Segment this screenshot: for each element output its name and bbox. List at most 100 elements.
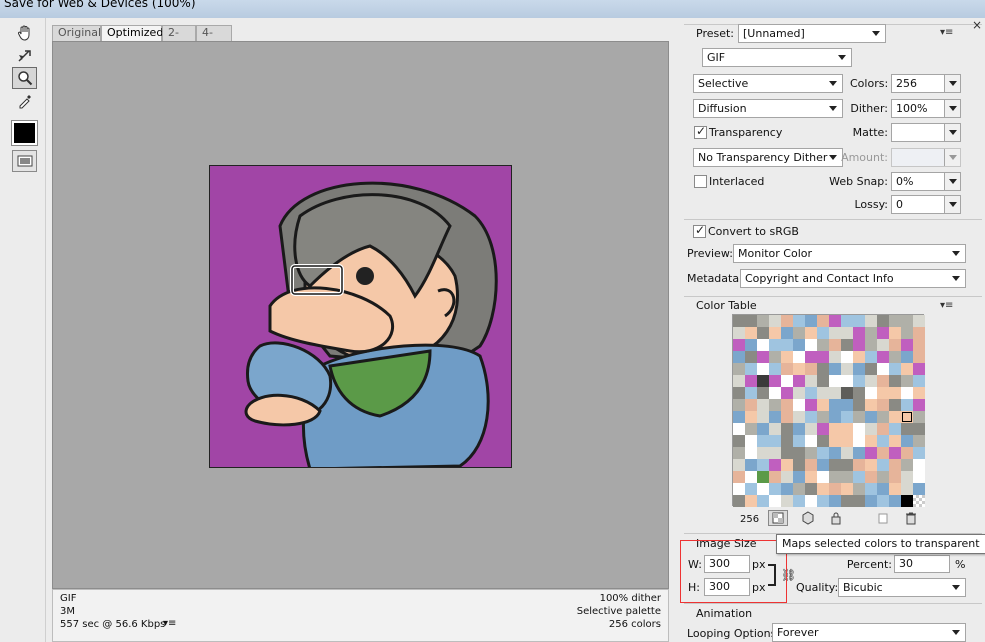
color-table-swatch[interactable] bbox=[901, 435, 913, 447]
color-table-swatch[interactable] bbox=[889, 375, 901, 387]
color-table-swatch[interactable] bbox=[841, 495, 853, 507]
color-table-swatch[interactable] bbox=[817, 411, 829, 423]
color-table-swatch[interactable] bbox=[733, 459, 745, 471]
color-table-swatch[interactable] bbox=[817, 327, 829, 339]
dither-combo[interactable]: 100% bbox=[891, 99, 961, 118]
color-table-swatch[interactable] bbox=[781, 351, 793, 363]
slice-select-tool-icon[interactable] bbox=[12, 45, 37, 67]
eyedropper-color-swatch[interactable] bbox=[11, 120, 38, 146]
color-table-swatch[interactable] bbox=[805, 483, 817, 495]
color-table-swatch[interactable] bbox=[853, 327, 865, 339]
color-table-swatch[interactable] bbox=[769, 375, 781, 387]
tab-original[interactable]: Original bbox=[52, 25, 101, 41]
color-table-grid[interactable] bbox=[732, 314, 925, 507]
color-table-swatch[interactable] bbox=[853, 339, 865, 351]
color-table-swatch[interactable] bbox=[865, 411, 877, 423]
color-table-swatch[interactable] bbox=[889, 315, 901, 327]
color-table-swatch[interactable] bbox=[757, 459, 769, 471]
color-table-swatch[interactable] bbox=[829, 459, 841, 471]
color-table-swatch[interactable] bbox=[877, 411, 889, 423]
color-table-swatch[interactable] bbox=[793, 351, 805, 363]
color-table-swatch[interactable] bbox=[865, 483, 877, 495]
color-table-swatch[interactable] bbox=[841, 435, 853, 447]
color-table-swatch[interactable] bbox=[829, 411, 841, 423]
color-table-swatch[interactable] bbox=[757, 471, 769, 483]
color-table-swatch[interactable] bbox=[829, 435, 841, 447]
convert-srgb-checkbox[interactable] bbox=[693, 223, 706, 238]
optimized-image-preview[interactable] bbox=[209, 165, 512, 468]
color-table-swatch[interactable] bbox=[781, 495, 793, 507]
color-table-swatch[interactable] bbox=[745, 399, 757, 411]
color-table-swatch[interactable] bbox=[877, 327, 889, 339]
color-table-swatch[interactable] bbox=[889, 363, 901, 375]
interlaced-checkbox[interactable] bbox=[694, 175, 707, 188]
color-table-swatch[interactable] bbox=[769, 315, 781, 327]
optimize-menu-icon[interactable]: ▾≡ bbox=[940, 27, 953, 38]
color-table-swatch[interactable] bbox=[733, 351, 745, 363]
color-table-swatch[interactable] bbox=[769, 339, 781, 351]
color-table-swatch[interactable] bbox=[841, 315, 853, 327]
color-table-swatch[interactable] bbox=[817, 339, 829, 351]
color-table-swatch[interactable] bbox=[769, 351, 781, 363]
color-table-swatch[interactable] bbox=[841, 423, 853, 435]
color-table-swatch[interactable] bbox=[877, 387, 889, 399]
color-table-swatch[interactable] bbox=[817, 447, 829, 459]
tab-optimized[interactable]: Optimized bbox=[101, 25, 163, 41]
color-table-swatch[interactable] bbox=[769, 447, 781, 459]
color-table-swatch[interactable] bbox=[901, 399, 913, 411]
color-table-swatch[interactable] bbox=[877, 471, 889, 483]
color-table-swatch[interactable] bbox=[733, 399, 745, 411]
color-table-swatch[interactable] bbox=[853, 423, 865, 435]
color-table-swatch[interactable] bbox=[757, 423, 769, 435]
file-format-dropdown[interactable]: GIF bbox=[702, 48, 852, 67]
color-table-swatch[interactable] bbox=[733, 315, 745, 327]
color-table-swatch[interactable] bbox=[913, 339, 925, 351]
color-table-swatch[interactable] bbox=[817, 423, 829, 435]
color-table-swatch[interactable] bbox=[829, 363, 841, 375]
color-table-swatch[interactable] bbox=[877, 483, 889, 495]
color-table-swatch[interactable] bbox=[793, 399, 805, 411]
color-table-swatch[interactable] bbox=[853, 459, 865, 471]
color-table-swatch[interactable] bbox=[781, 471, 793, 483]
color-table-swatch[interactable] bbox=[769, 435, 781, 447]
color-table-swatch[interactable] bbox=[781, 423, 793, 435]
color-table-swatch[interactable] bbox=[805, 363, 817, 375]
color-table-swatch[interactable] bbox=[817, 375, 829, 387]
transparency-checkbox[interactable] bbox=[694, 124, 707, 139]
color-table-swatch[interactable] bbox=[793, 327, 805, 339]
color-table-swatch[interactable] bbox=[889, 435, 901, 447]
color-table-swatch[interactable] bbox=[913, 399, 925, 411]
color-table-swatch[interactable] bbox=[769, 459, 781, 471]
color-table-swatch[interactable] bbox=[913, 471, 925, 483]
color-table-swatch[interactable] bbox=[877, 459, 889, 471]
color-table-swatch[interactable] bbox=[793, 471, 805, 483]
preset-dropdown[interactable]: [Unnamed] bbox=[738, 24, 886, 43]
color-table-swatch[interactable] bbox=[781, 483, 793, 495]
color-table-swatch[interactable] bbox=[853, 387, 865, 399]
color-table-swatch[interactable] bbox=[889, 387, 901, 399]
color-table-swatch[interactable] bbox=[733, 483, 745, 495]
color-table-swatch[interactable] bbox=[793, 483, 805, 495]
color-table-swatch[interactable] bbox=[829, 327, 841, 339]
color-table-swatch[interactable] bbox=[853, 435, 865, 447]
color-table-swatch[interactable] bbox=[913, 387, 925, 399]
color-table-swatch[interactable] bbox=[901, 411, 913, 423]
looping-dropdown[interactable]: Forever bbox=[772, 623, 966, 642]
color-table-swatch[interactable] bbox=[865, 399, 877, 411]
color-table-swatch[interactable] bbox=[745, 447, 757, 459]
color-table-swatch[interactable] bbox=[805, 327, 817, 339]
transparency-dither-dropdown[interactable]: No Transparency Dither bbox=[693, 148, 843, 167]
color-table-swatch[interactable] bbox=[733, 363, 745, 375]
color-table-swatch[interactable] bbox=[757, 375, 769, 387]
color-table-swatch[interactable] bbox=[889, 471, 901, 483]
color-table-swatch[interactable] bbox=[841, 411, 853, 423]
color-table-swatch[interactable] bbox=[913, 495, 925, 507]
color-table-swatch[interactable] bbox=[841, 447, 853, 459]
color-table-swatch[interactable] bbox=[805, 351, 817, 363]
lossy-combo[interactable]: 0 bbox=[891, 195, 961, 214]
color-table-swatch[interactable] bbox=[841, 327, 853, 339]
color-table-swatch[interactable] bbox=[745, 339, 757, 351]
color-table-swatch[interactable] bbox=[865, 387, 877, 399]
delete-color-icon[interactable] bbox=[904, 511, 918, 528]
color-table-swatch[interactable] bbox=[889, 339, 901, 351]
